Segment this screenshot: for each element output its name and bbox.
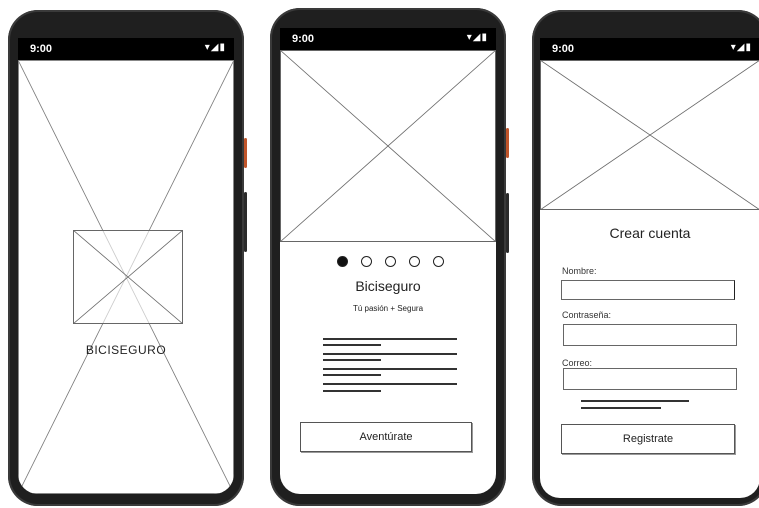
page-dot[interactable] [361,256,372,267]
splash-screen: 9:00 ▾◢▮ BICISEGURO [18,38,234,494]
app-tagline: Tú pasión + Segura [352,304,424,313]
status-time: 9:00 [30,43,53,55]
name-input[interactable] [561,280,735,300]
text-line [323,338,457,340]
text-line [323,344,381,346]
status-time: 9:00 [292,33,315,45]
phone-side-button [244,192,247,252]
page-dot[interactable] [433,256,444,267]
name-label: Nombre: [562,266,597,276]
status-bar: 9:00 ▾◢▮ [540,38,759,60]
register-button[interactable]: Registrate [561,424,735,454]
status-icons: ▾◢▮ [204,42,226,53]
status-bar: 9:00 ▾◢▮ [280,28,496,50]
text-line [581,400,689,402]
phone-side-button [506,128,509,158]
status-time: 9:00 [552,43,575,55]
text-line [323,353,457,355]
onboarding-screen: 9:00 ▾◢▮ Biciseguro Tú pasión + Segura A… [280,28,496,494]
status-bar: 9:00 ▾◢▮ [18,38,234,60]
text-line [323,374,381,376]
phone-side-button [506,193,509,253]
page-dot[interactable] [385,256,396,267]
page-dot[interactable] [337,256,348,267]
page-title: Crear cuenta [609,225,691,241]
app-title: Biciseguro [355,278,421,294]
text-line [323,368,457,370]
status-icons: ▾◢▮ [466,32,488,43]
phone-frame-onboarding: 9:00 ▾◢▮ Biciseguro Tú pasión + Segura A… [270,8,509,506]
password-label: Contraseña: [562,310,612,320]
text-line [323,390,381,392]
header-image-placeholder [540,60,759,210]
hero-image-placeholder [280,50,496,242]
phone-side-button [244,138,247,168]
text-line [323,359,381,361]
page-dot[interactable] [409,256,420,267]
register-screen: 9:00 ▾◢▮ Crear cuenta Nombre: Contraseña… [540,38,759,498]
text-line [581,407,661,409]
brand-text: BICISEGURO [85,343,167,357]
logo-image-placeholder [73,230,183,324]
password-input[interactable] [563,324,737,346]
text-line [323,383,457,385]
status-icons: ▾◢▮ [730,42,752,53]
email-input[interactable] [563,368,737,390]
phone-frame-register: 9:00 ▾◢▮ Crear cuenta Nombre: Contraseña… [532,10,759,506]
adventure-button[interactable]: Aventúrate [300,422,472,452]
email-label: Correo: [562,358,593,368]
phone-frame-splash: 9:00 ▾◢▮ BICISEGURO [8,10,247,506]
